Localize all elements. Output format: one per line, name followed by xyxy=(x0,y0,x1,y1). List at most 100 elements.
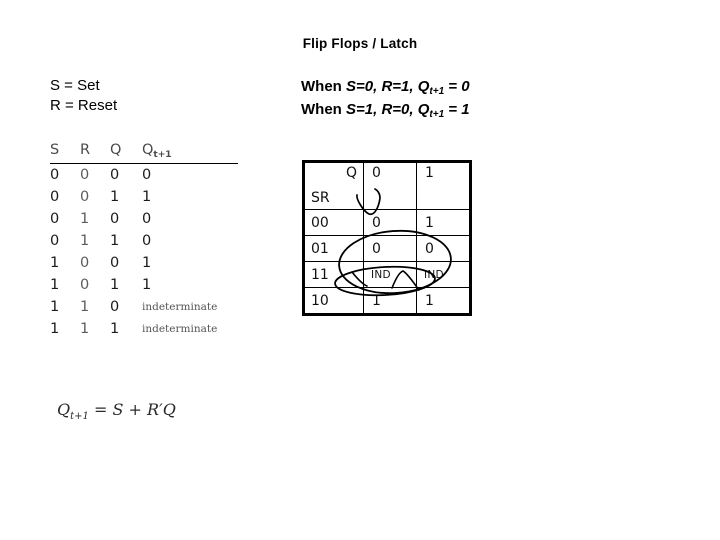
truth-table: S R Q Qt+1 0 0 0 0 0 0 1 1 0 1 0 0 0 1 1 0 1 0 0 1 1 0 1 1 1 1 0 in… xyxy=(50,142,250,340)
karnaugh-map-grid: Q SR 0 1 00 0 1 01 0 0 11 IND IND 10 1 1 xyxy=(302,160,472,316)
note2-r-label: R xyxy=(381,101,393,118)
table-row: 1 0 0 1 xyxy=(50,252,238,274)
note-line-1: When S=0, R=1, Qt+1 = 0 xyxy=(301,76,470,99)
kmap-row-label: 11 xyxy=(303,261,364,288)
cell-q: 1 xyxy=(110,189,120,205)
kmap-row-variable-label: SR xyxy=(311,190,330,206)
kmap-cell-indeterminate: IND xyxy=(363,261,417,288)
truth-table-header-row: S R Q Qt+1 xyxy=(50,142,238,162)
boolean-equation: Qt+1 = S + R′Q xyxy=(57,400,176,422)
cell-qnext-indeterminate: indeterminate xyxy=(142,301,218,313)
note1-r-label: R xyxy=(381,78,393,95)
table-row: 1 1 1 indeterminate xyxy=(50,318,238,340)
cell-r: 0 xyxy=(80,189,90,205)
kmap-row: 00 0 1 xyxy=(303,209,471,236)
cell-r: 0 xyxy=(80,167,90,183)
kmap-row: 11 IND IND xyxy=(303,261,471,288)
cell-qnext: 0 xyxy=(142,233,152,249)
cell-qnext: 0 xyxy=(142,211,152,227)
note1-prefix: When xyxy=(301,78,346,95)
column-header-s: S xyxy=(50,142,60,158)
note1-q-value: = 0 xyxy=(444,78,470,95)
note1-r-value: =1, xyxy=(392,78,418,95)
kmap-column-header: 0 xyxy=(363,161,417,210)
kmap-cell: 1 xyxy=(416,209,471,236)
kmap-row: 01 0 0 xyxy=(303,235,471,262)
note-line-2: When S=1, R=0, Qt+1 = 1 xyxy=(301,99,470,122)
cell-r: 0 xyxy=(80,277,90,293)
cell-r: 1 xyxy=(80,211,90,227)
cell-r: 1 xyxy=(80,299,90,315)
cell-s: 1 xyxy=(50,321,60,337)
behavior-notes: When S=0, R=1, Qt+1 = 0 When S=1, R=0, Q… xyxy=(301,76,470,122)
cell-r: 1 xyxy=(80,321,90,337)
table-row: 0 1 0 0 xyxy=(50,208,238,230)
note2-prefix: When xyxy=(301,101,346,118)
note2-r-value: =0, xyxy=(392,101,418,118)
note1-s-value: =0, xyxy=(356,78,382,95)
cell-q: 1 xyxy=(110,233,120,249)
truth-table-head: S R Q Qt+1 xyxy=(50,142,238,164)
karnaugh-map-body: Q SR 0 1 00 0 1 01 0 0 11 IND IND 10 1 1 xyxy=(303,161,471,315)
note2-s-value: =1, xyxy=(356,101,382,118)
cell-r: 1 xyxy=(80,233,90,249)
note2-s-label: S xyxy=(346,101,357,118)
cell-s: 0 xyxy=(50,167,60,183)
cell-r: 0 xyxy=(80,255,90,271)
kmap-header-row: Q SR 0 1 xyxy=(303,161,471,210)
equation-term-r: R xyxy=(147,400,160,419)
legend-line-reset: R = Reset xyxy=(50,97,118,114)
cell-s: 0 xyxy=(50,189,60,205)
equation-equals: = xyxy=(88,400,113,419)
page-title: Flip Flops / Latch xyxy=(302,36,418,51)
table-row: 0 0 1 1 xyxy=(50,186,238,208)
kmap-row: 10 1 1 xyxy=(303,287,471,315)
table-row: 0 0 0 0 xyxy=(50,164,238,187)
cell-qnext: 1 xyxy=(142,255,152,271)
cell-q: 0 xyxy=(110,167,120,183)
truth-table-grid: S R Q Qt+1 0 0 0 0 0 0 1 1 0 1 0 0 0 1 1 0 1 0 0 1 1 0 1 1 1 1 0 in… xyxy=(50,142,238,340)
kmap-cell: 0 xyxy=(363,209,417,236)
cell-qnext: 0 xyxy=(142,167,152,183)
table-row: 1 0 1 1 xyxy=(50,274,238,296)
note2-q-label: Q xyxy=(417,101,430,118)
cell-s: 0 xyxy=(50,211,60,227)
column-header-qnext-subscript: t+1 xyxy=(153,150,172,160)
column-header-qnext: Qt+1 xyxy=(142,142,238,162)
truth-table-body: 0 0 0 0 0 0 1 1 0 1 0 0 0 1 1 0 1 0 0 1 1 0 1 1 1 1 0 indeterminate… xyxy=(50,164,238,341)
equation-lhs: Q xyxy=(57,400,71,419)
cell-s: 1 xyxy=(50,255,60,271)
cell-q: 0 xyxy=(110,255,120,271)
note1-q-label: Q xyxy=(417,78,430,95)
note2-q-value: = 1 xyxy=(444,101,470,118)
note1-s-label: S xyxy=(346,78,357,95)
equation-term-s: S xyxy=(112,400,124,419)
table-row: 0 1 1 0 xyxy=(50,230,238,252)
cell-qnext: 1 xyxy=(142,189,152,205)
equation-lhs-subscript: t+1 xyxy=(70,411,89,422)
kmap-corner-cell: Q SR xyxy=(303,161,364,210)
kmap-cell-indeterminate: IND xyxy=(416,261,471,288)
column-header-r: R xyxy=(80,142,91,158)
table-row: 1 1 0 indeterminate xyxy=(50,296,238,318)
column-header-q: Q xyxy=(110,142,122,158)
kmap-cell: 0 xyxy=(416,235,471,262)
cell-qnext: 1 xyxy=(142,277,152,293)
cell-q: 1 xyxy=(110,277,120,293)
kmap-row-label: 00 xyxy=(303,209,364,236)
equation-plus: + xyxy=(123,400,148,419)
cell-s: 1 xyxy=(50,277,60,293)
note1-q-subscript: t+1 xyxy=(429,86,445,97)
cell-q: 0 xyxy=(110,299,120,315)
cell-s: 0 xyxy=(50,233,60,249)
legend-line-set: S = Set xyxy=(50,77,100,94)
cell-s: 1 xyxy=(50,299,60,315)
kmap-cell: 0 xyxy=(363,235,417,262)
equation-term-q: Q xyxy=(162,400,176,419)
kmap-cell: 1 xyxy=(416,287,471,315)
kmap-row-label: 10 xyxy=(303,287,364,315)
note2-q-subscript: t+1 xyxy=(429,109,445,120)
cell-qnext-indeterminate: indeterminate xyxy=(142,323,218,335)
column-header-qnext-base: Q xyxy=(142,142,154,158)
cell-q: 0 xyxy=(110,211,120,227)
